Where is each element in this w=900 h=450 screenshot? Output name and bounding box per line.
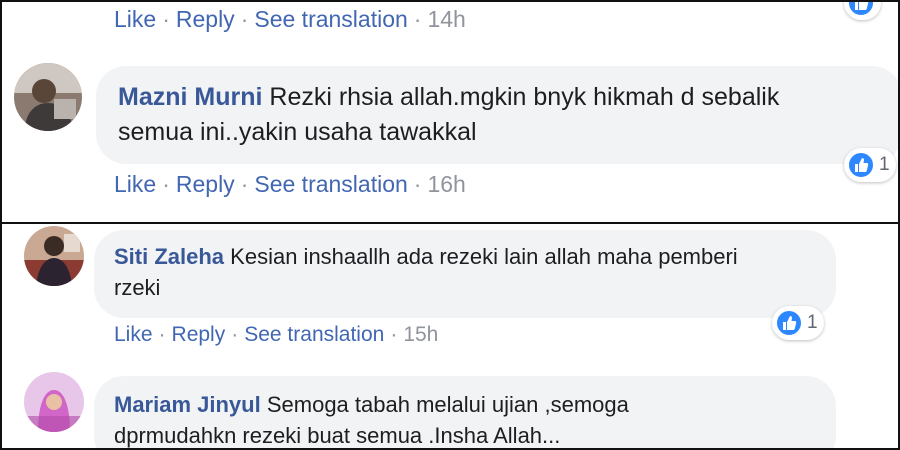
reaction-badge[interactable] — [844, 2, 881, 20]
reply-link[interactable]: Reply — [176, 6, 235, 32]
like-thumb-icon — [775, 309, 803, 337]
reaction-count: 1 — [879, 154, 890, 175]
see-translation-link[interactable]: See translation — [254, 171, 407, 197]
comment-actions: Like · Reply · See translation · 15h — [114, 323, 438, 347]
separator-dot: · — [413, 171, 422, 197]
reaction-count: 1 — [807, 312, 818, 333]
separator-dot: · — [162, 171, 170, 197]
comment-author[interactable]: Mariam Jinyul — [114, 392, 261, 417]
like-link[interactable]: Like — [114, 171, 156, 197]
like-link[interactable]: Like — [114, 6, 156, 32]
separator-dot: · — [413, 6, 422, 32]
comment-bubble: Mazni Murni Rezki rhsia allah.mgkin bnyk… — [96, 66, 898, 164]
comment-bubble: Mariam Jinyul Semoga tabah melalui ujian… — [94, 376, 836, 448]
see-translation-link[interactable]: See translation — [244, 323, 384, 346]
comment-text: rzeki — [114, 274, 161, 300]
separator-dot: · — [240, 6, 249, 32]
see-translation-link[interactable]: See translation — [254, 6, 407, 32]
reply-link[interactable]: Reply — [176, 171, 235, 197]
separator-dot: · — [231, 323, 239, 346]
comment-timestamp[interactable]: 14h — [427, 6, 465, 32]
like-thumb-icon — [847, 151, 875, 179]
comment-timestamp[interactable]: 15h — [403, 323, 438, 346]
like-link[interactable]: Like — [114, 323, 153, 346]
comment-actions: Like · Reply · See translation · 16h — [114, 171, 466, 198]
reaction-badge[interactable]: 1 — [844, 148, 896, 182]
comment-text: Kesian inshaallh ada rezeki lain allah m… — [230, 244, 738, 269]
user-avatar[interactable] — [24, 372, 84, 432]
comment-text: Semoga tabah melalui ujian ,semoga — [266, 392, 629, 417]
screenshot-panel-bottom: Siti Zaleha Kesian inshaallh ada rezeki … — [0, 222, 900, 450]
like-thumb-icon — [847, 2, 875, 17]
comment-bubble: Siti Zaleha Kesian inshaallh ada rezeki … — [94, 230, 836, 318]
comment-text: dprmudahkn rezeki buat semua .Insha Alla… — [114, 422, 561, 448]
comment-actions: Like · Reply · See translation · 14h — [114, 6, 466, 33]
comment-timestamp[interactable]: 16h — [427, 171, 465, 197]
separator-dot: · — [158, 323, 166, 346]
comment-text: Rezki rhsia allah.mgkin bnyk hikmah d se… — [269, 83, 780, 111]
reply-link[interactable]: Reply — [172, 323, 226, 346]
separator-dot: · — [240, 171, 249, 197]
comment-author[interactable]: Siti Zaleha — [114, 244, 224, 269]
user-avatar[interactable] — [14, 63, 82, 131]
separator-dot: · — [162, 6, 170, 32]
separator-dot: · — [390, 323, 398, 346]
screenshot-panel-top: Like · Reply · See translation · 14h Mazni Mur… — [0, 0, 900, 224]
comment-author[interactable]: Mazni Murni — [118, 83, 262, 111]
user-avatar[interactable] — [24, 226, 84, 286]
comment-text: semua ini..yakin usaha tawakkal — [118, 118, 477, 146]
reaction-badge[interactable]: 1 — [772, 306, 824, 340]
